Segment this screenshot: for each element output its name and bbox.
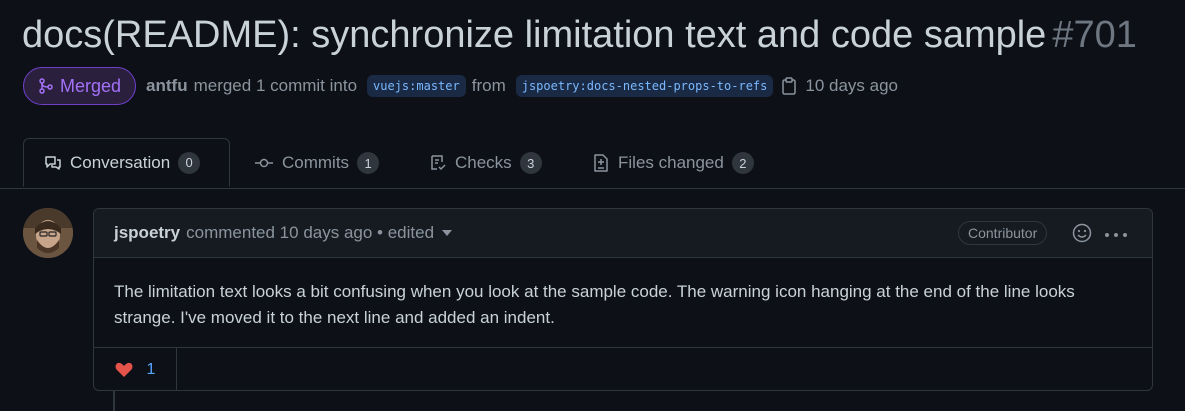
kebab-menu-icon[interactable] — [1104, 223, 1128, 241]
merge-time: 10 days ago — [805, 76, 899, 95]
heart-reaction-button[interactable]: 1 — [94, 348, 177, 391]
tab-label: Files changed — [618, 153, 724, 172]
contributor-badge: Contributor — [958, 221, 1048, 245]
comment-body: The limitation text looks a bit confusin… — [114, 282, 1075, 327]
pr-title-text: docs(README): synchronize limitation tex… — [22, 14, 1047, 56]
git-merge-icon — [39, 78, 53, 94]
tab-checks[interactable]: Checks 3 — [429, 138, 542, 188]
from-text: from — [471, 76, 506, 95]
tab-label: Commits — [282, 153, 350, 172]
edit-history-dropdown-icon[interactable] — [442, 230, 453, 236]
file-diff-icon — [594, 154, 608, 172]
base-branch[interactable]: vuejs:master — [367, 75, 466, 97]
timeline-line — [113, 390, 115, 411]
checklist-icon — [431, 155, 446, 171]
tab-files-changed[interactable]: Files changed 2 — [592, 138, 754, 188]
tab-label: Conversation — [70, 152, 171, 172]
tab-count: 0 — [178, 151, 201, 174]
pr-meta: Merged antfu merged 1 commit into vuejs:… — [23, 67, 898, 105]
merged-status-badge: Merged — [23, 67, 137, 105]
comment-header: jspoetry commented 10 days ago • edited … — [94, 209, 1152, 258]
comment-card: jspoetry commented 10 days ago • edited … — [93, 208, 1153, 391]
tab-label: Checks — [455, 153, 512, 172]
merge-action-text: merged 1 commit into — [193, 76, 358, 95]
comment-meta[interactable]: commented 10 days ago • edited — [186, 223, 434, 243]
heart-icon — [115, 362, 132, 377]
tab-count: 1 — [357, 152, 380, 174]
pr-number: #701 — [1052, 14, 1137, 56]
pr-title: docs(README): synchronize limitation tex… — [22, 10, 1137, 60]
author-link[interactable]: antfu — [146, 76, 188, 96]
comment-discussion-icon — [45, 155, 61, 170]
pr-tabs: Conversation 0 Commits 1 Checks 3 Files … — [0, 138, 1185, 189]
add-reaction-icon[interactable] — [1072, 223, 1092, 248]
tab-count: 3 — [519, 152, 542, 174]
comment-author[interactable]: jspoetry — [114, 223, 180, 243]
status-label: Merged — [60, 75, 122, 96]
tab-conversation[interactable]: Conversation 0 — [23, 138, 230, 187]
copy-icon[interactable] — [781, 77, 797, 95]
tab-count: 2 — [731, 152, 754, 174]
git-commit-icon — [255, 158, 273, 168]
comment-reactions: 1 — [94, 347, 1152, 391]
avatar[interactable] — [23, 208, 73, 258]
head-branch[interactable]: jspoetry:docs-nested-props-to-refs — [515, 75, 774, 97]
heart-reaction-count: 1 — [146, 360, 156, 378]
tab-commits[interactable]: Commits 1 — [254, 138, 380, 188]
